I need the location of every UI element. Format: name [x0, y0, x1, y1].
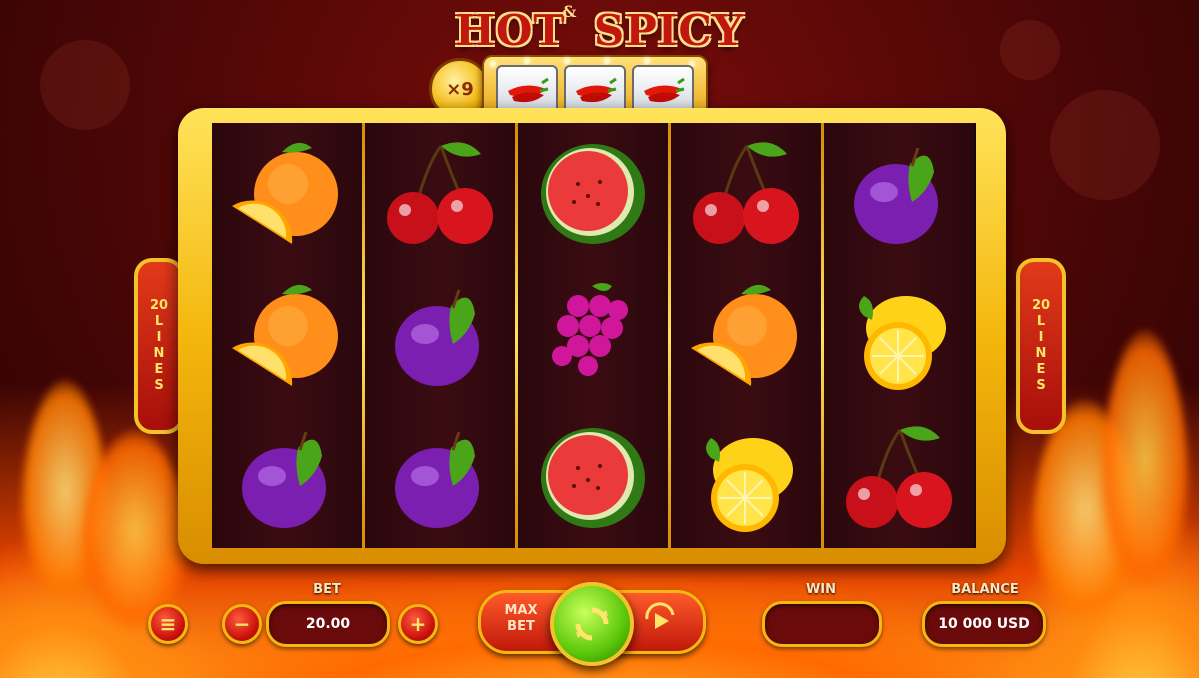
paylines-tab-right: 20 L I N E S	[1016, 258, 1066, 434]
cherry-symbol	[671, 123, 821, 265]
menu-button[interactable]: ≡	[148, 604, 188, 644]
watermelon-symbol	[518, 407, 668, 549]
balance-value-field: 10 000 USD	[922, 601, 1046, 647]
cherry-symbol	[365, 123, 515, 265]
flame	[1100, 330, 1190, 590]
orange-symbol	[212, 123, 362, 265]
bet-value-field: 20.00	[266, 601, 390, 647]
plum-symbol	[212, 407, 362, 549]
bokeh-light	[1050, 90, 1160, 200]
menu-icon: ≡	[159, 612, 177, 636]
title-spicy: SPICY	[593, 6, 744, 55]
max-bet-button[interactable]: MAX BET	[494, 603, 548, 635]
lemon-symbol	[671, 407, 821, 549]
title-ampersand: &	[562, 2, 577, 21]
paylines-tab-left: 20 L I N E S	[134, 258, 184, 434]
win-value-field	[762, 601, 882, 647]
game-title: HOT SPICY	[0, 6, 1199, 55]
plum-symbol	[365, 265, 515, 407]
spin-arrows-icon	[575, 607, 609, 641]
bet-label: BET	[313, 582, 341, 597]
plus-icon: +	[409, 612, 427, 636]
grapes-symbol	[518, 265, 668, 407]
balance-label: BALANCE	[951, 582, 1019, 597]
win-label: WIN	[805, 582, 837, 597]
bet-decrease-button[interactable]: −	[222, 604, 262, 644]
cherry-symbol	[824, 407, 974, 549]
autoplay-button[interactable]	[640, 600, 680, 640]
autoplay-icon	[645, 602, 675, 629]
orange-symbol	[212, 265, 362, 407]
title-hot: HOT	[455, 6, 566, 55]
lemon-symbol	[824, 265, 974, 407]
bet-increase-button[interactable]: +	[398, 604, 438, 644]
orange-symbol	[671, 265, 821, 407]
minus-icon: −	[233, 612, 251, 636]
watermelon-symbol	[518, 123, 668, 265]
plum-symbol	[365, 407, 515, 549]
spin-button[interactable]	[550, 582, 634, 666]
plum-symbol	[824, 123, 974, 265]
